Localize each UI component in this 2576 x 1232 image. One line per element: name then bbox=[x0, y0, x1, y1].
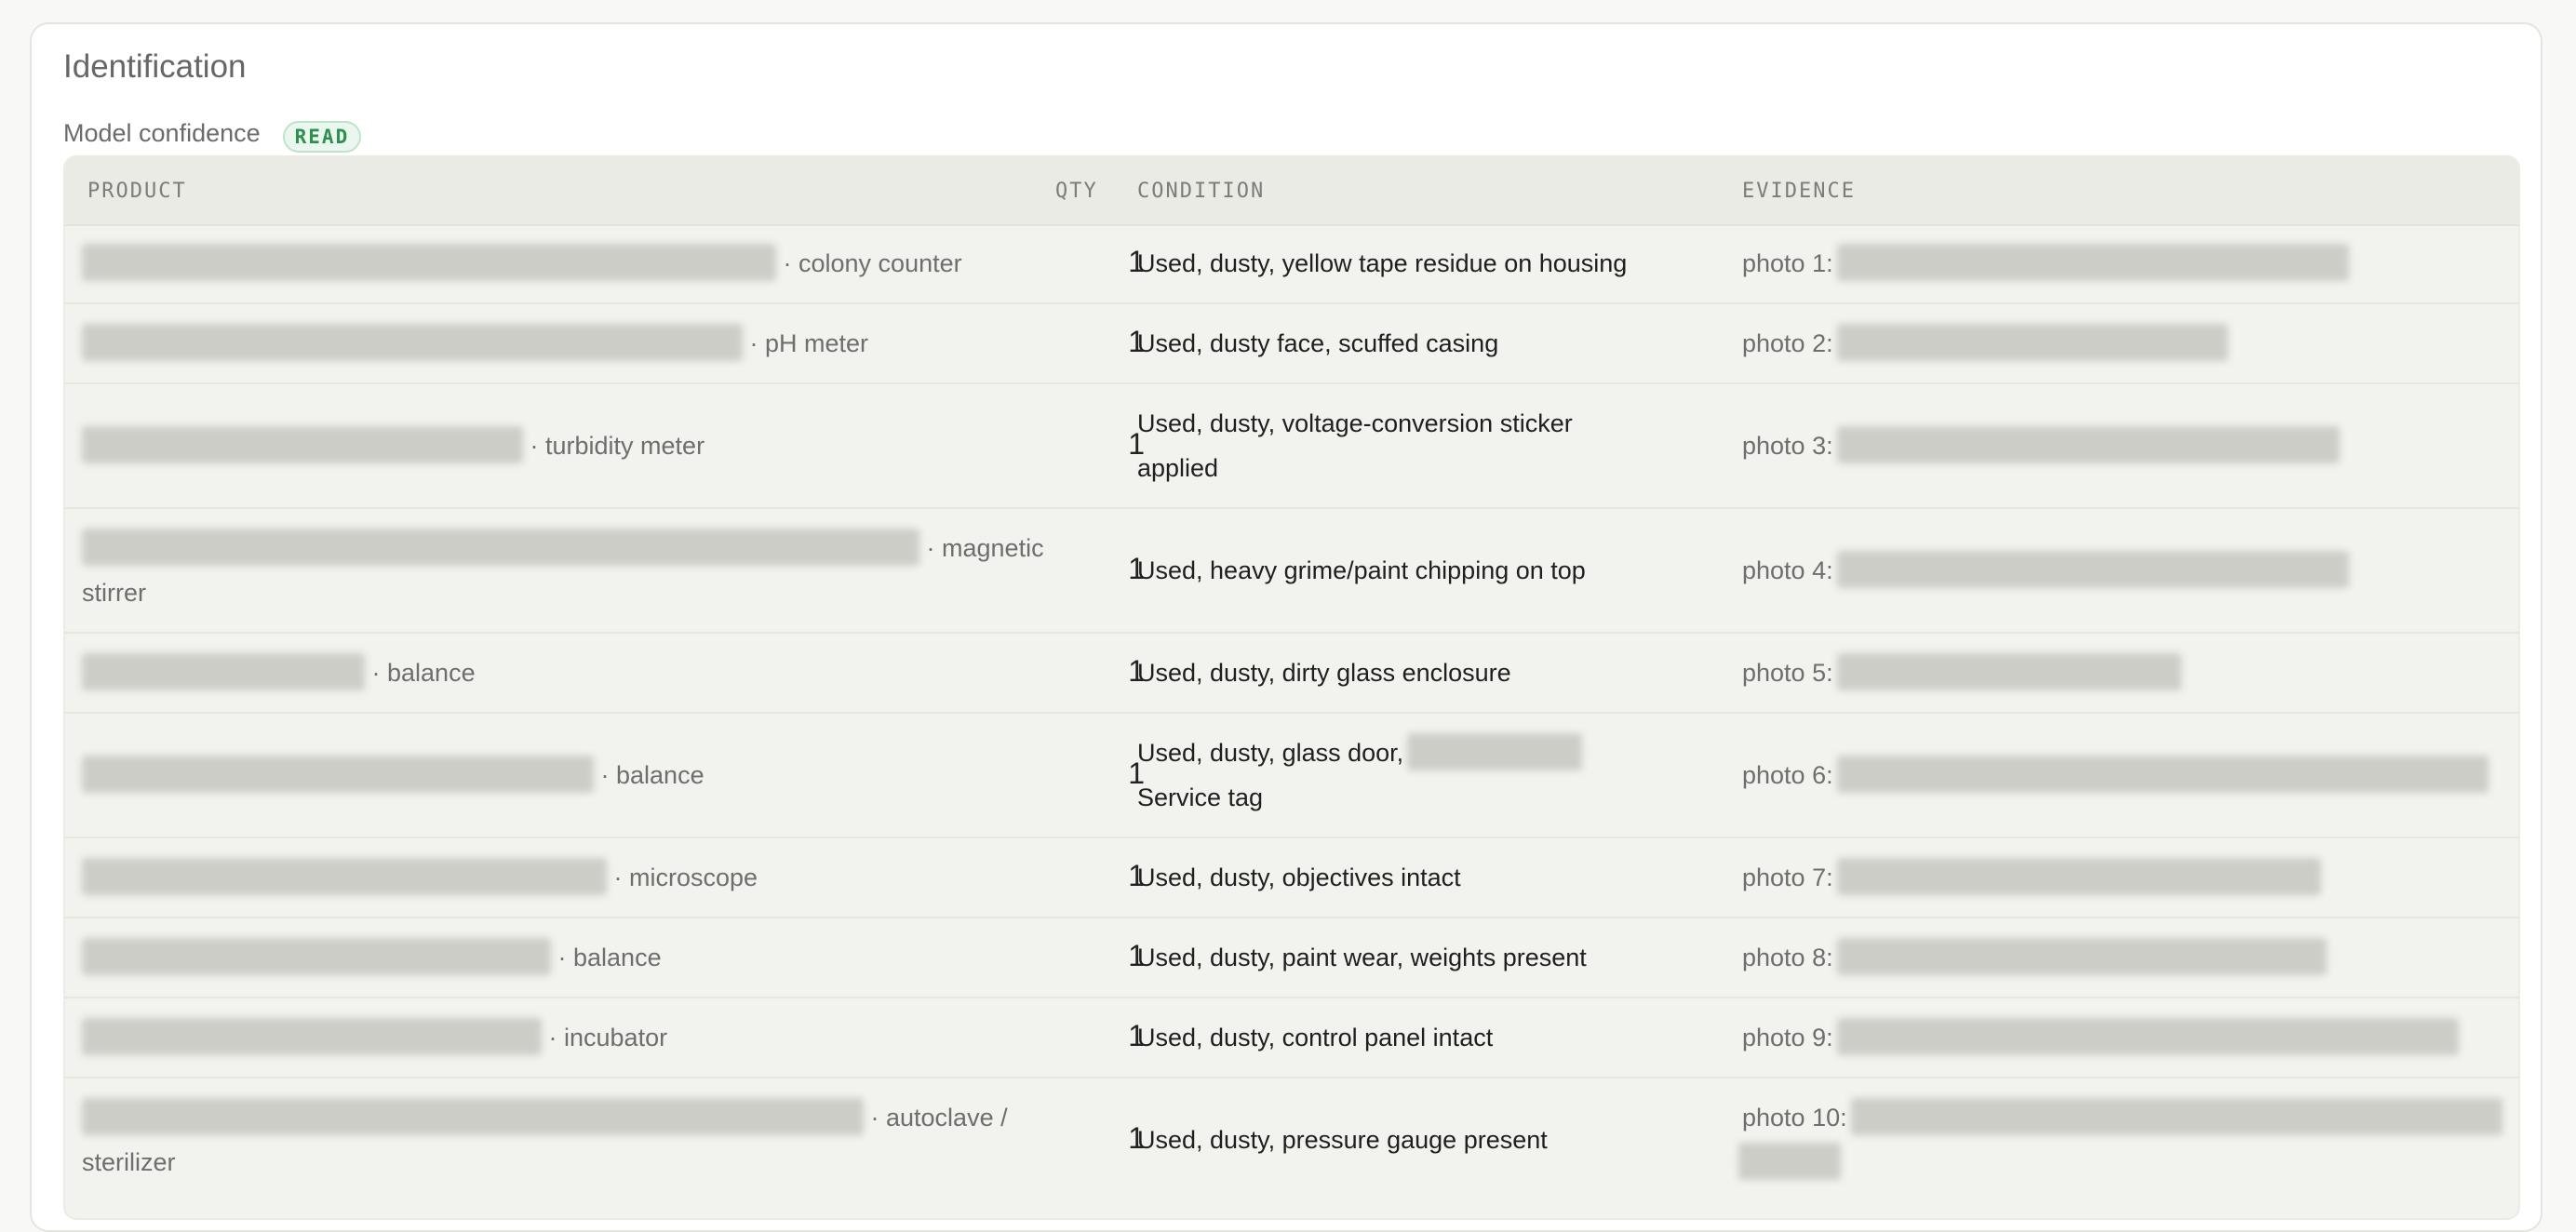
redacted-evidence bbox=[1836, 652, 2181, 690]
evidence-photo-label: photo 4: bbox=[1742, 556, 1833, 584]
redacted-evidence bbox=[1850, 1097, 2502, 1135]
redacted-product-name bbox=[82, 652, 365, 690]
confidence-label: Model confidence bbox=[63, 118, 261, 147]
condition-cell: Used, dusty, paint wear, weights present bbox=[1137, 944, 1587, 971]
redacted-evidence bbox=[1836, 323, 2228, 361]
product-cell: · turbidity meter bbox=[82, 423, 1068, 468]
confidence-badge: READ bbox=[282, 121, 362, 153]
evidence-photo-label: photo 8: bbox=[1742, 944, 1833, 971]
header-qty: QTY bbox=[1055, 180, 1098, 203]
evidence-cell: photo 4: bbox=[1742, 548, 2505, 593]
section-title: Identification bbox=[63, 48, 247, 85]
redacted-product-name bbox=[82, 937, 551, 975]
redacted-evidence bbox=[1836, 755, 2489, 793]
condition-text: Used, dusty, glass door, bbox=[1137, 739, 1404, 767]
condition-cell: Used, dusty, control panel intact bbox=[1137, 1024, 1494, 1051]
evidence-photo-label: photo 7: bbox=[1742, 864, 1833, 891]
table-row: · turbidity meter 1 Used, dusty, voltage… bbox=[65, 384, 2518, 509]
product-cell: · balance bbox=[82, 935, 1068, 980]
redacted-product-name bbox=[82, 1097, 864, 1135]
table-row: · incubator 1 Used, dusty, control panel… bbox=[65, 998, 2518, 1078]
product-type: · balance bbox=[600, 761, 704, 789]
evidence-photo-label: photo 6: bbox=[1742, 761, 1833, 789]
table-row: · magnetic stirrer 1 Used, heavy grime/p… bbox=[65, 509, 2518, 634]
product-cell: · incubator bbox=[82, 1015, 1068, 1060]
product-cell: · balance bbox=[82, 753, 1068, 797]
redacted-product-name bbox=[82, 1017, 542, 1055]
product-type: · balance bbox=[557, 944, 662, 971]
redacted-evidence bbox=[1836, 425, 2340, 463]
evidence-photo-label: photo 5: bbox=[1742, 659, 1833, 687]
table-row: · autoclave / sterilizer 1 Used, dusty, … bbox=[65, 1078, 2518, 1218]
model-confidence: Model confidence READ bbox=[63, 114, 362, 153]
evidence-photo-label: photo 1: bbox=[1742, 249, 1833, 277]
condition-cell: Used, dusty, dirty glass enclosure bbox=[1137, 659, 1511, 687]
redacted-product-name bbox=[82, 243, 776, 281]
redacted-condition-detail bbox=[1407, 732, 1583, 770]
evidence-cell: photo 9: bbox=[1742, 1015, 2505, 1060]
redacted-product-name bbox=[82, 755, 594, 793]
condition-cell: Used, dusty, objectives intact bbox=[1137, 864, 1461, 891]
redacted-product-name bbox=[82, 857, 607, 895]
condition-cell: Used, dusty, glass door, Service tag bbox=[1137, 730, 1658, 820]
product-cell: · balance bbox=[82, 650, 1068, 695]
condition-cell: Used, dusty, voltage-conversion sticker … bbox=[1137, 409, 1573, 482]
evidence-cell: photo 8: bbox=[1742, 935, 2505, 980]
redacted-evidence-continued bbox=[1738, 1142, 1841, 1180]
product-type: · incubator bbox=[548, 1024, 668, 1051]
product-cell: · magnetic stirrer bbox=[82, 526, 1068, 615]
table-row: · pH meter 1 Used, dusty face, scuffed c… bbox=[65, 304, 2518, 384]
redacted-evidence bbox=[1836, 937, 2327, 975]
redacted-product-name bbox=[82, 425, 523, 463]
evidence-cell: photo 2: bbox=[1742, 321, 2505, 366]
evidence-cell: photo 10: bbox=[1738, 1095, 2505, 1185]
evidence-photo-label: photo 3: bbox=[1742, 432, 1833, 460]
product-type: · microscope bbox=[613, 864, 758, 891]
redacted-product-name bbox=[82, 323, 743, 361]
header-evidence: EVIDENCE bbox=[1742, 180, 1856, 203]
redacted-product-name bbox=[82, 528, 919, 566]
evidence-cell: photo 3: bbox=[1742, 423, 2505, 468]
table-row: · colony counter 1 Used, dusty, yellow t… bbox=[65, 224, 2518, 304]
identification-card: Identification Model confidence READ PRO… bbox=[30, 22, 2542, 1232]
product-cell: · colony counter bbox=[82, 241, 1068, 286]
redacted-evidence bbox=[1836, 550, 2349, 588]
product-cell: · microscope bbox=[82, 855, 1068, 900]
product-type: · balance bbox=[371, 659, 476, 687]
table-row: · balance 1 Used, dusty, paint wear, wei… bbox=[65, 918, 2518, 998]
table-row: · microscope 1 Used, dusty, objectives i… bbox=[65, 838, 2518, 918]
table-row: · balance 1 Used, dusty, glass door, Ser… bbox=[65, 714, 2518, 838]
evidence-photo-label: photo 10: bbox=[1742, 1104, 1847, 1132]
identification-table: PRODUCT QTY CONDITION EVIDENCE · colony … bbox=[63, 155, 2520, 1220]
evidence-cell: photo 6: bbox=[1742, 753, 2505, 797]
redacted-evidence bbox=[1836, 243, 2349, 281]
evidence-cell: photo 7: bbox=[1742, 855, 2505, 900]
product-cell: · autoclave / sterilizer bbox=[82, 1095, 1068, 1185]
product-type: · pH meter bbox=[749, 329, 869, 357]
redacted-evidence bbox=[1836, 857, 2321, 895]
header-product: PRODUCT bbox=[87, 180, 187, 203]
condition-cell: Used, dusty, pressure gauge present bbox=[1137, 1126, 1548, 1154]
table-row: · balance 1 Used, dusty, dirty glass enc… bbox=[65, 634, 2518, 714]
table-header: PRODUCT QTY CONDITION EVIDENCE bbox=[65, 157, 2518, 226]
condition-text-continued: Service tag bbox=[1137, 783, 1264, 811]
header-condition: CONDITION bbox=[1137, 180, 1266, 203]
redacted-evidence bbox=[1836, 1017, 2459, 1055]
condition-cell: Used, dusty, yellow tape residue on hous… bbox=[1137, 249, 1628, 277]
evidence-cell: photo 5: bbox=[1742, 650, 2505, 695]
product-cell: · pH meter bbox=[82, 321, 1068, 366]
evidence-photo-label: photo 9: bbox=[1742, 1024, 1833, 1051]
evidence-photo-label: photo 2: bbox=[1742, 329, 1833, 357]
product-type: · colony counter bbox=[783, 249, 962, 277]
evidence-cell: photo 1: bbox=[1742, 241, 2505, 286]
condition-cell: Used, dusty face, scuffed casing bbox=[1137, 329, 1499, 357]
condition-cell: Used, heavy grime/paint chipping on top bbox=[1137, 556, 1586, 584]
product-type: · turbidity meter bbox=[530, 432, 705, 460]
